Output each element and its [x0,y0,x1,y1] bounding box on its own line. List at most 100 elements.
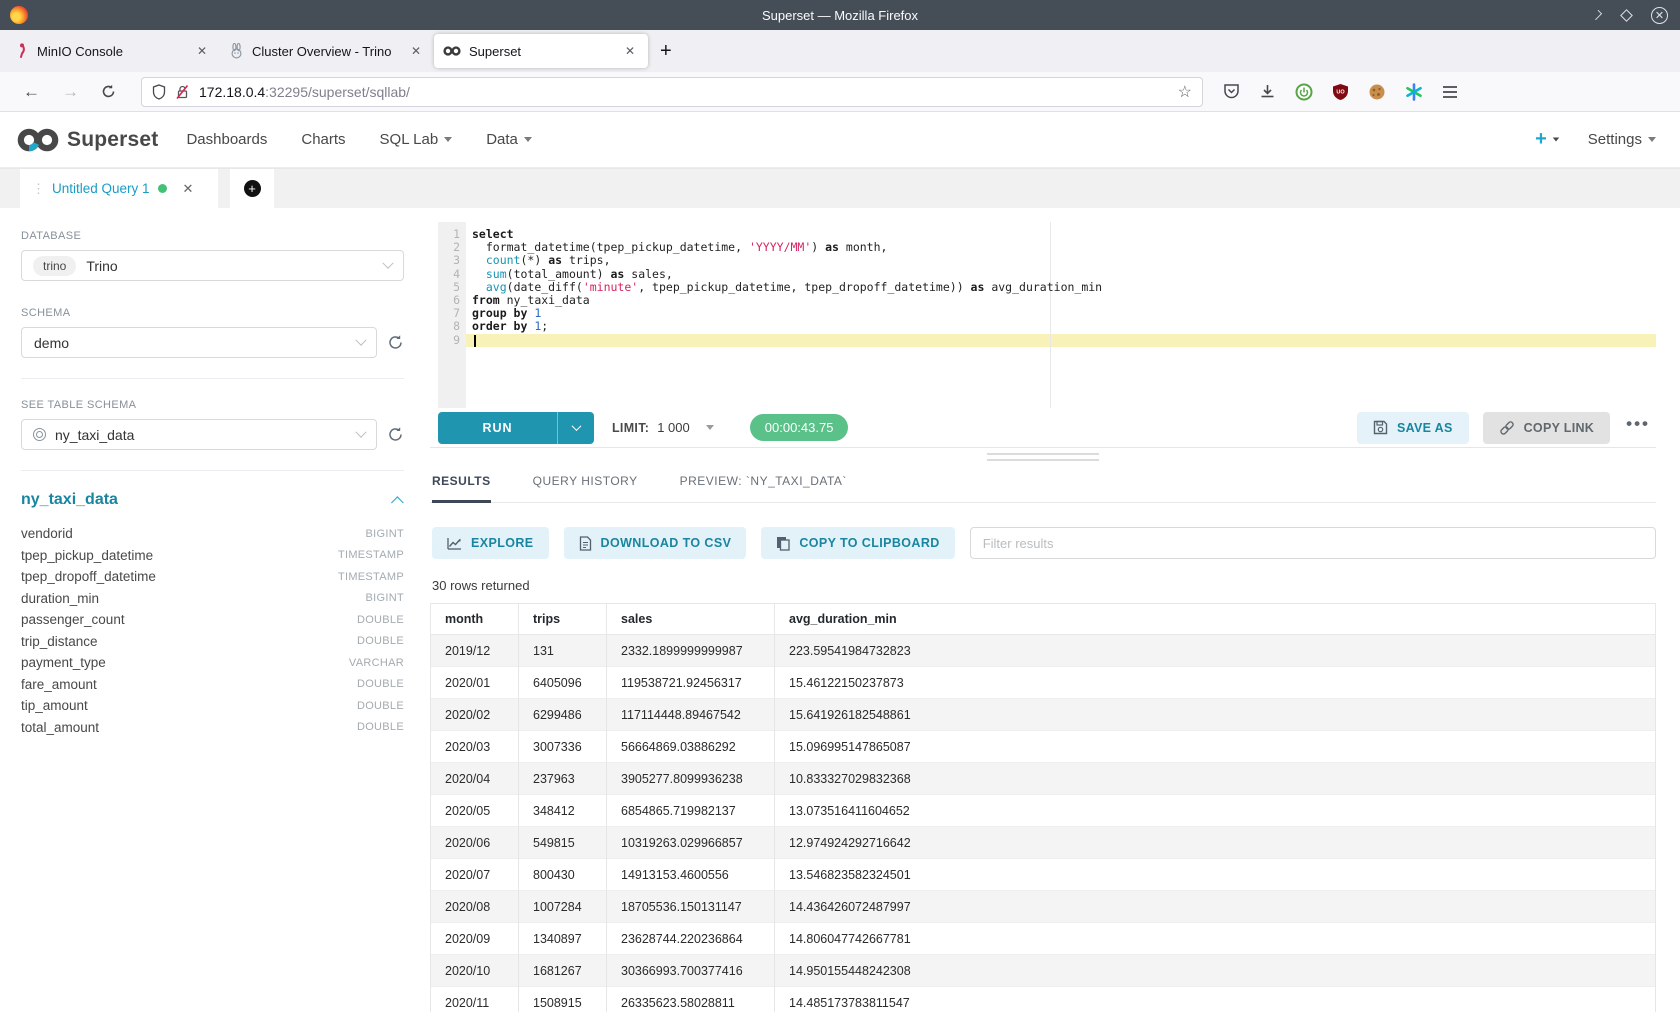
download-icon[interactable] [1259,83,1276,100]
column-row[interactable]: passenger_countDOUBLE [21,609,404,631]
line-number: 8 [438,320,466,333]
new-item-button[interactable]: + [1535,128,1560,151]
code-token: sales, [624,267,672,281]
tab-results[interactable]: RESULTS [432,464,491,503]
reload-icon[interactable] [101,84,116,99]
code-token: avg [486,280,507,294]
column-row[interactable]: fare_amountDOUBLE [21,674,404,696]
refresh-table-icon[interactable] [387,426,404,443]
tab-title: Superset [469,44,613,59]
forward-icon: → [51,83,90,100]
column-row[interactable]: payment_typeVARCHAR [21,652,404,674]
tab-close-icon[interactable]: ✕ [193,42,211,60]
back-icon[interactable]: ← [12,83,51,100]
window-minimize-icon[interactable] [1592,10,1602,20]
filter-results-input[interactable] [970,527,1656,559]
tab-preview-table[interactable]: PREVIEW: `NY_TAXI_DATA` [680,464,847,502]
column-header[interactable]: month [431,604,519,635]
run-button[interactable]: RUN [438,412,594,444]
column-name: trip_distance [21,634,98,649]
copy-link-button[interactable]: COPY LINK [1483,412,1611,444]
pane-resize-handle[interactable] [987,453,1099,465]
collapse-chevron-icon[interactable] [391,496,404,509]
extension-spark-icon[interactable] [1405,83,1423,101]
more-options-button[interactable]: ••• [1624,414,1656,442]
sql-code-editor[interactable]: 123456789 select format_datetime(tpep_pi… [430,222,1656,408]
browser-tab-minio[interactable]: MinIO Console ✕ [6,34,220,68]
extension-cookie-icon[interactable] [1368,83,1386,101]
clipboard-icon [776,536,790,551]
code-token: 'YYYY/MM' [749,240,811,254]
tab-close-icon[interactable]: ✕ [407,42,425,60]
schema-select[interactable]: demo [21,327,377,358]
column-row[interactable]: tpep_dropoff_datetimeTIMESTAMP [21,566,404,588]
new-tab-button[interactable]: + [648,41,684,61]
code-token [472,280,486,294]
drag-handle-icon[interactable]: ⋮ [32,181,44,197]
column-row[interactable]: total_amountDOUBLE [21,717,404,739]
tab-close-icon[interactable]: ✕ [621,42,639,60]
bookmark-star-icon[interactable]: ☆ [1178,82,1192,102]
column-row[interactable]: trip_distanceDOUBLE [21,631,404,653]
table-name-heading[interactable]: ny_taxi_data [21,491,118,509]
window-title: Superset — Mozilla Firefox [0,8,1680,23]
text-cursor [474,335,476,347]
copy-clipboard-button[interactable]: COPY TO CLIPBOARD [761,527,954,559]
table-cell: 348412 [519,795,607,827]
line-number: 6 [438,294,466,307]
window-maximize-icon[interactable] [1620,9,1633,22]
download-csv-button[interactable]: DOWNLOAD TO CSV [564,527,747,559]
hamburger-menu-icon[interactable] [1442,85,1458,99]
table-cell: 14.806047742667781 [775,923,1656,955]
database-select[interactable]: trino Trino [21,250,404,281]
nav-charts[interactable]: Charts [301,131,345,148]
save-as-button[interactable]: SAVE AS [1357,412,1469,444]
table-select[interactable]: ny_taxi_data [21,419,377,450]
schema-sidebar: DATABASE trino Trino SCHEMA demo SEE TAB… [0,208,430,1012]
refresh-schema-icon[interactable] [387,334,404,351]
tab-query-history[interactable]: QUERY HISTORY [533,464,638,502]
column-row[interactable]: tip_amountDOUBLE [21,695,404,717]
column-row[interactable]: vendoridBIGINT [21,523,404,545]
column-header[interactable]: trips [519,604,607,635]
browser-tab-superset[interactable]: Superset ✕ [434,34,648,68]
settings-menu[interactable]: Settings [1588,131,1656,148]
run-label[interactable]: RUN [438,412,557,444]
column-row[interactable]: tpep_pickup_datetimeTIMESTAMP [21,545,404,567]
query-tab-active[interactable]: ⋮ Untitled Query 1 ✕ [20,169,218,208]
table-cell: 237963 [519,763,607,795]
url-field[interactable]: 172.18.0.4:32295/superset/sqllab/ ☆ [141,77,1203,107]
run-options-button[interactable] [557,412,594,444]
sql-editor-pane: 123456789 select format_datetime(tpep_pi… [430,208,1680,1012]
code-token: (*) [520,253,548,267]
schema-value: demo [34,335,69,351]
editor-code[interactable]: select format_datetime(tpep_pickup_datet… [472,222,1656,347]
column-header[interactable]: avg_duration_min [775,604,1656,635]
url-text[interactable]: 172.18.0.4:32295/superset/sqllab/ [199,84,1169,100]
insecure-lock-icon[interactable] [175,84,190,100]
shield-permissions-icon[interactable] [152,84,166,100]
chevron-down-icon [1648,137,1656,142]
column-type: BIGINT [366,528,404,540]
nav-data[interactable]: Data [486,131,532,148]
extension-ublock-icon[interactable]: UO [1332,83,1349,101]
limit-dropdown[interactable]: LIMIT: 1 000 [612,420,714,435]
table-cell: 10.833327029832368 [775,763,1656,795]
new-query-tab-button[interactable]: + [230,169,274,208]
code-token: format_datetime(tpep_pickup_datetime, [472,240,749,254]
window-close-icon[interactable]: ✕ [1651,7,1668,24]
query-tab-close-icon[interactable]: ✕ [183,181,194,197]
extension-privacy-icon[interactable] [1295,83,1313,101]
table-cell: 119538721.92456317 [607,667,775,699]
nav-sql-lab[interactable]: SQL Lab [380,131,453,148]
table-cell: 15.096995147865087 [775,731,1656,763]
pocket-icon[interactable] [1223,83,1240,100]
superset-brand[interactable]: Superset [16,126,158,154]
column-row[interactable]: duration_minBIGINT [21,588,404,610]
browser-tab-trino[interactable]: Cluster Overview - Trino ✕ [220,34,434,68]
url-path: :32295/superset/sqllab/ [265,84,410,100]
explore-button[interactable]: EXPLORE [432,527,549,559]
code-token: as [611,267,625,281]
column-header[interactable]: sales [607,604,775,635]
nav-dashboards[interactable]: Dashboards [186,131,267,148]
